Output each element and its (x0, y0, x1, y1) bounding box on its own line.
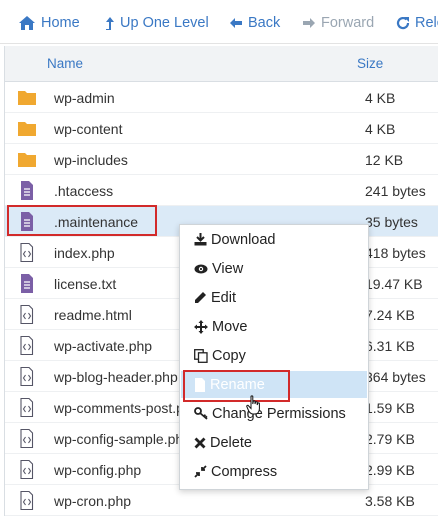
key-icon (194, 407, 208, 420)
code-file-icon (20, 243, 34, 262)
menu-item-compress[interactable]: Compress (181, 458, 367, 485)
code-file-icon (20, 336, 34, 355)
menu-item-change-permissions[interactable]: Change Permissions (181, 400, 367, 427)
name-column-header[interactable]: Name (47, 56, 83, 71)
menu-item-move[interactable]: Move (181, 313, 367, 340)
copy-icon (194, 348, 208, 363)
file-name: wp-cron.php (54, 493, 132, 509)
menu-item-label: Edit (211, 289, 236, 306)
reload-label: Relo (415, 15, 438, 31)
context-menu: Download View Edit Move Copy Rename Chan… (179, 224, 369, 490)
reload-button[interactable]: Relo (396, 12, 438, 34)
file-size: 241 bytes (365, 183, 426, 199)
file-name: index.php (54, 245, 115, 261)
file-name: .maintenance (54, 214, 139, 230)
file-size: 3.58 KB (365, 493, 415, 509)
size-column-header[interactable]: Size (357, 56, 383, 71)
menu-item-label: Download (211, 231, 276, 248)
menu-item-copy[interactable]: Copy (181, 342, 367, 369)
menu-item-label: View (212, 260, 244, 277)
pencil-icon (195, 292, 206, 303)
menu-item-label: Compress (211, 463, 278, 480)
menu-item-label: Delete (210, 434, 252, 451)
table-row[interactable]: .htaccess 241 bytes (5, 175, 438, 206)
file-name: wp-admin (54, 90, 115, 106)
file-name: wp-config.php (54, 462, 142, 478)
file-name: .htaccess (54, 183, 114, 199)
level-up-icon (106, 17, 114, 30)
back-button[interactable]: Back (229, 12, 280, 34)
code-file-icon (20, 460, 34, 479)
file-size: 2.99 KB (365, 462, 415, 478)
menu-item-view[interactable]: View (181, 255, 367, 282)
code-file-icon (20, 367, 34, 386)
menu-item-label: Change Permissions (212, 405, 346, 422)
compress-icon (194, 465, 207, 478)
file-size: 418 bytes (365, 245, 426, 261)
file-name: wp-config-sample.php (54, 431, 191, 447)
file-size: 4 KB (365, 90, 396, 106)
file-size: 4 KB (365, 121, 396, 137)
file-size: 364 bytes (365, 369, 426, 385)
file-name: wp-activate.php (54, 338, 153, 354)
table-row[interactable]: wp-admin 4 KB (5, 82, 438, 113)
folder-icon (18, 122, 36, 136)
text-file-icon (21, 274, 33, 293)
file-name: wp-content (54, 121, 123, 137)
file-name: license.txt (54, 276, 117, 292)
home-icon (19, 16, 35, 30)
toolbar: Home Up One Level Back Forward Relo (0, 0, 438, 44)
hand-pointer-icon (246, 395, 260, 415)
folder-icon (18, 153, 36, 167)
arrow-right-icon (303, 18, 315, 28)
delete-icon (194, 437, 206, 448)
home-button[interactable]: Home (18, 12, 80, 34)
reload-icon (396, 16, 410, 30)
menu-item-download[interactable]: Download (181, 226, 367, 253)
menu-item-label: Move (212, 318, 248, 335)
file-size: 19.47 KB (365, 276, 423, 292)
move-icon (194, 319, 208, 334)
code-file-icon (20, 429, 34, 448)
file-name: wp-blog-header.php (54, 369, 178, 385)
table-row[interactable]: wp-content 4 KB (5, 113, 438, 144)
file-name: wp-includes (54, 152, 128, 168)
arrow-left-icon (230, 18, 242, 28)
back-label: Back (248, 15, 281, 31)
code-file-icon (20, 305, 34, 324)
list-header: Name Size (5, 46, 438, 82)
home-label: Home (41, 15, 80, 31)
file-name: readme.html (54, 307, 132, 323)
file-size: 1.59 KB (365, 400, 415, 416)
forward-button[interactable]: Forward (302, 12, 374, 34)
file-size: 35 bytes (365, 214, 418, 230)
file-size: 2.79 KB (365, 431, 415, 447)
menu-item-edit[interactable]: Edit (181, 284, 367, 311)
table-row[interactable]: wp-includes 12 KB (5, 144, 438, 175)
file-size: 7.24 KB (365, 307, 415, 323)
up-one-level-button[interactable]: Up One Level (105, 12, 209, 34)
menu-item-label: Copy (212, 347, 246, 364)
rename-highlight (183, 370, 290, 402)
menu-item-delete[interactable]: Delete (181, 429, 367, 456)
file-size: 12 KB (365, 152, 404, 168)
file-name: wp-comments-post.php (54, 400, 200, 416)
code-file-icon (20, 398, 34, 417)
eye-icon (194, 264, 208, 273)
text-file-icon (21, 212, 33, 231)
code-file-icon (20, 491, 34, 510)
up-one-level-label: Up One Level (120, 15, 209, 31)
download-icon (194, 233, 207, 246)
text-file-icon (21, 181, 33, 200)
forward-label: Forward (321, 15, 375, 31)
file-size: 6.31 KB (365, 338, 415, 354)
folder-icon (18, 91, 36, 105)
